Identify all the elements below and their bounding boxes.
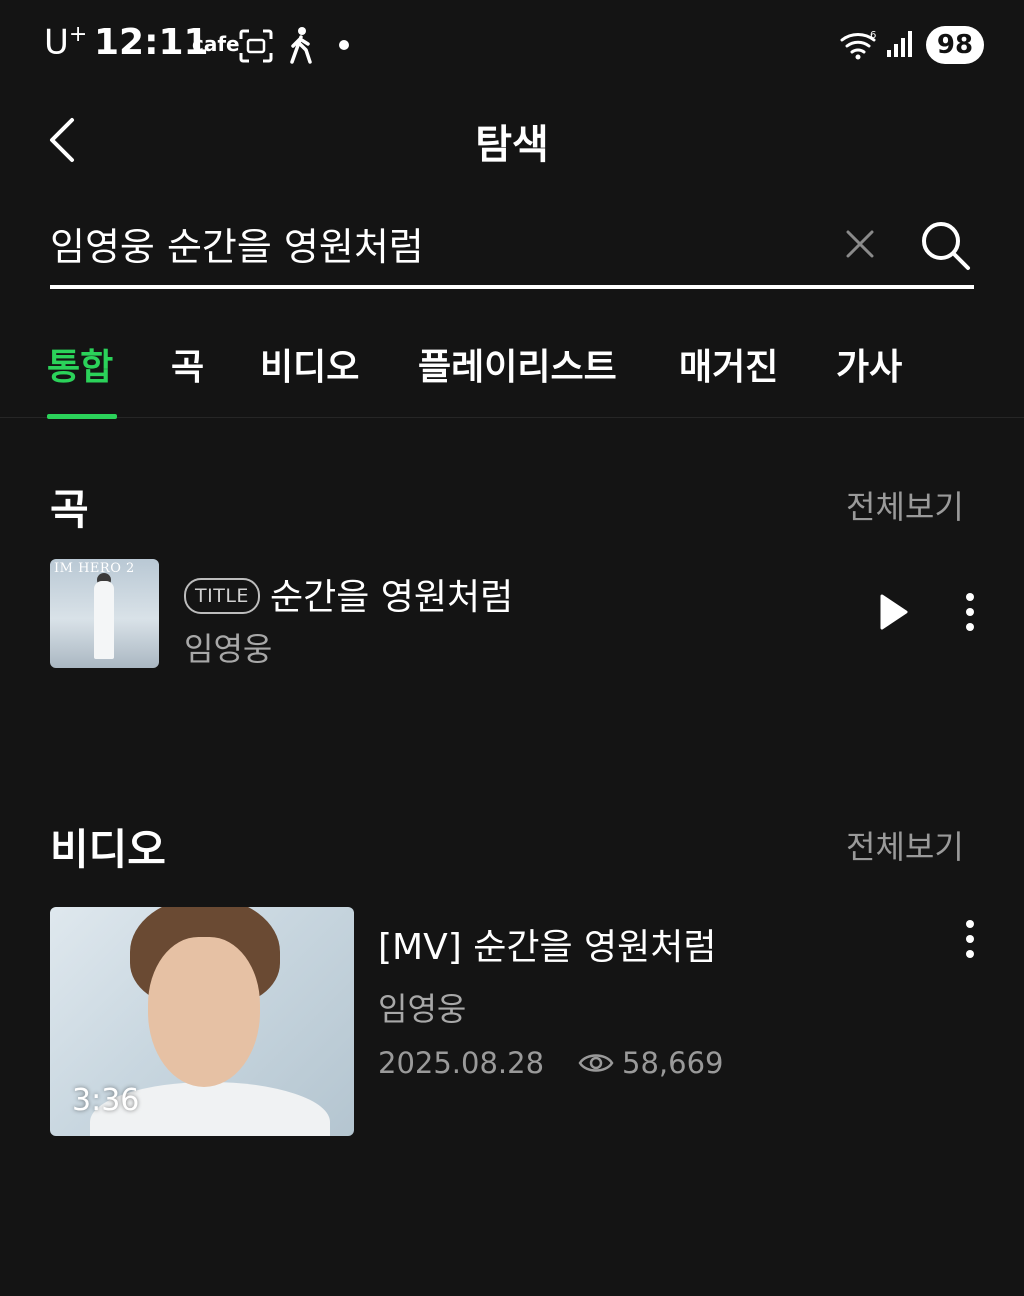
tabs-divider xyxy=(0,417,1024,418)
video-views: 58,669 xyxy=(622,1046,724,1080)
clear-icon[interactable] xyxy=(842,226,878,262)
battery-indicator: 98 xyxy=(926,26,984,64)
tab-video[interactable]: 비디오 xyxy=(260,338,359,390)
tab-playlist[interactable]: 플레이리스트 xyxy=(418,338,617,390)
video-thumbnail[interactable]: 3:36 xyxy=(50,907,354,1136)
active-tab-indicator xyxy=(47,414,117,419)
notification-dot-icon xyxy=(339,40,349,50)
song-artist[interactable]: 임영웅 xyxy=(184,624,272,670)
screenshot-icon xyxy=(239,29,273,63)
songs-section-title: 곡 xyxy=(50,485,89,534)
album-figure xyxy=(94,581,114,659)
album-cover[interactable]: IM HERO 2 xyxy=(50,559,159,668)
tab-all[interactable]: 통합 xyxy=(47,338,113,390)
svg-text:6: 6 xyxy=(870,30,876,41)
search-input[interactable]: 임영웅 순간을 영원처럼 xyxy=(50,216,424,271)
video-duration: 3:36 xyxy=(72,1083,140,1118)
tab-songs[interactable]: 곡 xyxy=(171,338,204,390)
tab-magazine[interactable]: 매거진 xyxy=(679,338,778,390)
search-icon[interactable] xyxy=(918,218,972,272)
title-badge: TITLE xyxy=(184,578,260,614)
video-artist[interactable]: 임영웅 xyxy=(378,984,466,1030)
wifi-icon: 6 xyxy=(840,30,876,60)
signal-icon xyxy=(887,31,912,57)
tab-lyrics[interactable]: 가사 xyxy=(836,338,902,390)
video-date: 2025.08.28 xyxy=(378,1046,545,1080)
walking-icon xyxy=(290,27,312,64)
cafe-notification-icon: cafe xyxy=(192,32,240,56)
video-title[interactable]: [MV] 순간을 영원처럼 xyxy=(378,918,717,970)
video-section-title: 비디오 xyxy=(50,825,166,874)
song-more-icon[interactable] xyxy=(964,592,976,632)
play-icon[interactable] xyxy=(876,592,910,632)
songs-see-all-link[interactable]: 전체보기 xyxy=(846,482,964,528)
views-eye-icon xyxy=(578,1054,614,1072)
thumbnail-face xyxy=(148,937,260,1087)
page-title: 탐색 xyxy=(475,122,549,168)
video-see-all-link[interactable]: 전체보기 xyxy=(846,822,964,868)
album-cover-title: IM HERO 2 xyxy=(54,561,135,576)
search-underline xyxy=(50,285,974,289)
song-title[interactable]: 순간을 영원처럼 xyxy=(270,568,513,620)
video-more-icon[interactable] xyxy=(964,919,976,959)
carrier-label: U+ xyxy=(44,22,88,63)
